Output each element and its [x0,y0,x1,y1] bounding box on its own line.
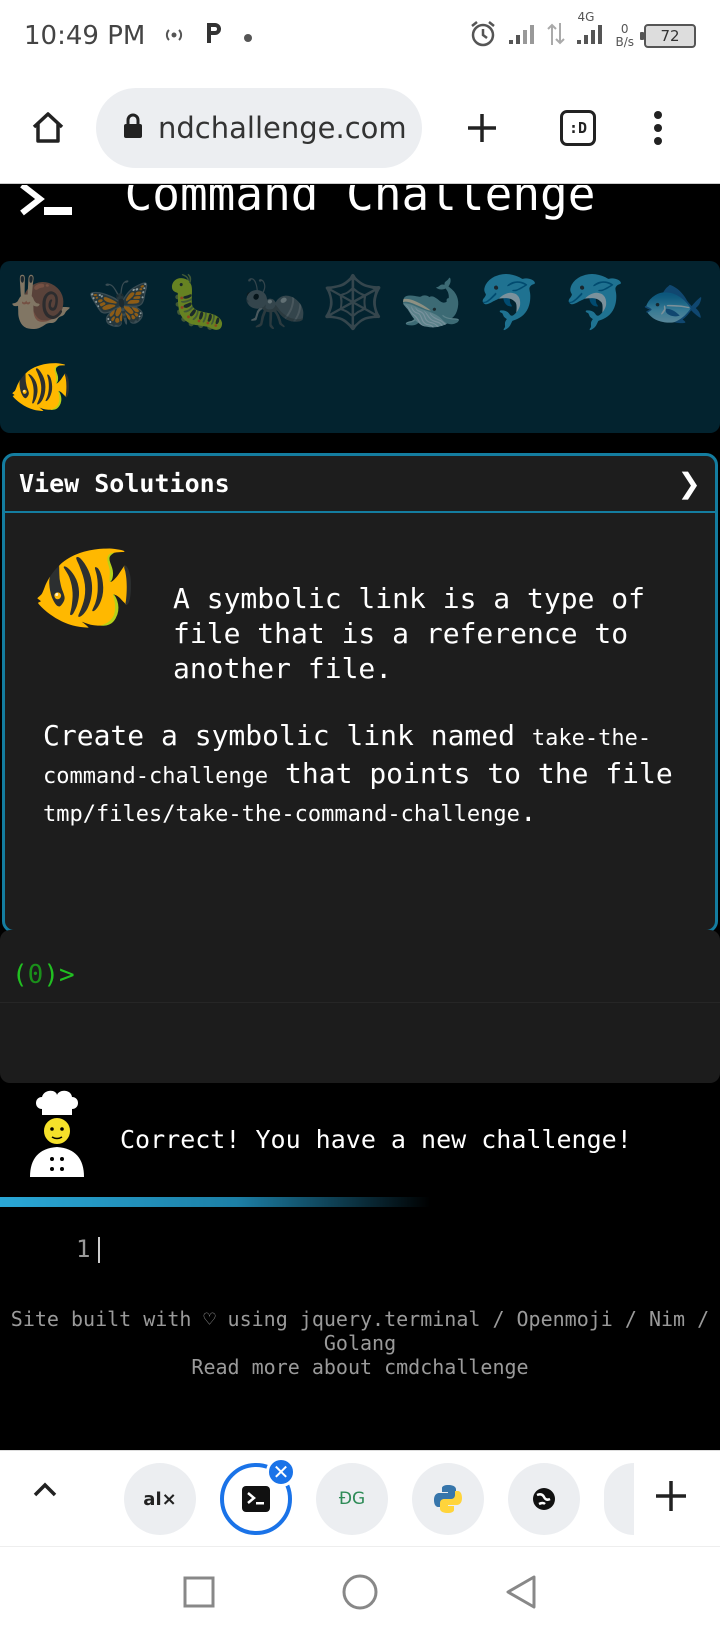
footer-credits: Site built with ♡ using jquery.terminal … [10,1307,710,1355]
signal-icon [507,22,537,50]
plus-icon [468,113,496,142]
battery-icon: 72 [640,24,696,48]
challenge-lead: A symbolic link is a type of file that i… [173,582,646,685]
page-content: Command Challenge 🐌 🦋 🐛 🐜 🕸️ 🐋 🐬 🐬 🐟 🐠 V… [0,185,720,1450]
plus-icon [656,1481,686,1511]
alarm-icon [469,20,497,52]
gfg-icon: ÐG [338,1489,366,1509]
hotspot-icon [163,24,185,49]
terminal-prompt: (0)> [12,960,75,990]
home-nav-button[interactable] [341,1573,379,1615]
status-right-icons: 4G 0 B/s 72 [469,10,696,52]
desc-text-1: Create a symbolic link named [43,719,532,752]
system-nav-bar [0,1546,720,1640]
prompt-open: ( [12,960,28,990]
site-header: Command Challenge [0,185,720,260]
target-path-code: tmp/files/take-the-command-challenge [43,802,520,827]
challenge-progress-bar: 🐌 🦋 🐛 🐜 🕸️ 🐋 🐬 🐬 🐟 🐠 [0,261,720,433]
browser-toolbar: ndchallenge.com :D [0,72,720,184]
net-speed: 0 B/s [615,23,634,49]
net-speed-unit: B/s [615,35,634,49]
tropical-fish-icon: 🐠 [31,537,139,637]
address-bar[interactable]: ndchallenge.com [96,87,422,168]
prompt-count: 0 [27,960,44,990]
desc-text-2: that points to the file [268,757,673,790]
snail-icon[interactable]: 🐌 [8,269,74,335]
recents-button[interactable] [182,1575,216,1613]
fish-icon[interactable]: 🐟 [640,269,706,335]
data-arrows-icon [547,21,566,51]
tab-alx[interactable]: al× [124,1463,196,1535]
back-button[interactable] [504,1573,538,1615]
signal-4g: 4G [575,10,605,50]
expand-tabs-button[interactable] [30,1479,60,1503]
ant-icon[interactable]: 🐜 [242,269,308,335]
battery-level: 72 [660,27,680,45]
site-title: Command Challenge [124,185,596,221]
tab-partial[interactable] [604,1463,634,1535]
triangle-back-icon [506,1575,536,1608]
new-tab-button[interactable] [434,110,530,146]
globe-icon [533,1488,555,1510]
chevron-up-icon [33,1482,57,1497]
more-vert-icon [654,110,662,145]
chevron-right-icon: ❯ [677,467,701,500]
line-number: 1 [76,1235,91,1263]
feedback-message: Correct! You have a new challenge! [120,1125,632,1154]
python-icon [434,1485,462,1513]
tab-python[interactable] [412,1463,484,1535]
status-left-icons [163,19,253,54]
alx-icon: al× [143,1488,177,1510]
home-icon [32,111,64,143]
caterpillar-icon[interactable]: 🐛 [164,269,230,335]
butterfly-icon[interactable]: 🦋 [86,269,152,335]
close-tab-button[interactable]: ✕ [266,1457,296,1487]
terminal[interactable]: (0)> [0,930,720,1083]
editor-input[interactable]: 1 [76,1235,101,1263]
whale-icon[interactable]: 🐋 [398,269,464,335]
dolphin-grey-icon[interactable]: 🐬 [562,269,628,335]
spider-web-icon[interactable]: 🕸️ [320,269,386,335]
add-tab-button[interactable] [652,1477,690,1519]
tab-web[interactable] [508,1463,580,1535]
lock-icon [122,112,144,144]
progress-indicator [0,1197,430,1207]
url-text: ndchallenge.com [158,110,407,145]
view-solutions-toggle[interactable]: View Solutions ❯ [5,456,715,513]
prompt-close: )> [43,960,75,990]
footer-read-more-link[interactable]: Read more about cmdchallenge [0,1355,720,1379]
desc-text-3: . [519,795,537,828]
network-type: 4G [577,10,595,24]
terminal-tab-icon [242,1486,270,1512]
feedback-area: Correct! You have a new challenge! [0,1085,720,1185]
circle-icon [342,1574,378,1609]
site-footer: Site built with ♡ using jquery.terminal … [0,1307,720,1379]
status-time: 10:49 PM [24,21,146,51]
chef-avatar-icon [24,1087,90,1181]
text-cursor [98,1237,101,1263]
square-icon [183,1576,215,1607]
dolphin-icon[interactable]: 🐬 [476,269,542,335]
challenge-card: View Solutions ❯ 🐠 A symbolic link is a … [2,453,718,933]
menu-button[interactable] [626,110,690,146]
tab-strip: al× ✕ ÐG [0,1450,720,1546]
terminal-divider [0,1002,720,1003]
p-app-icon [203,19,225,54]
challenge-description: Create a symbolic link named take-the-co… [43,718,683,832]
tab-switcher-button[interactable]: :D [530,109,626,146]
dot-icon [243,24,253,49]
tab-switcher-badge: :D [560,109,596,146]
home-button[interactable] [0,108,96,148]
status-bar: 10:49 PM 4G 0 B/s 72 [0,0,720,72]
view-solutions-label: View Solutions [19,469,230,498]
tab-geeksforgeeks[interactable]: ÐG [316,1463,388,1535]
tropical-fish-icon[interactable]: 🐠 [8,353,74,419]
